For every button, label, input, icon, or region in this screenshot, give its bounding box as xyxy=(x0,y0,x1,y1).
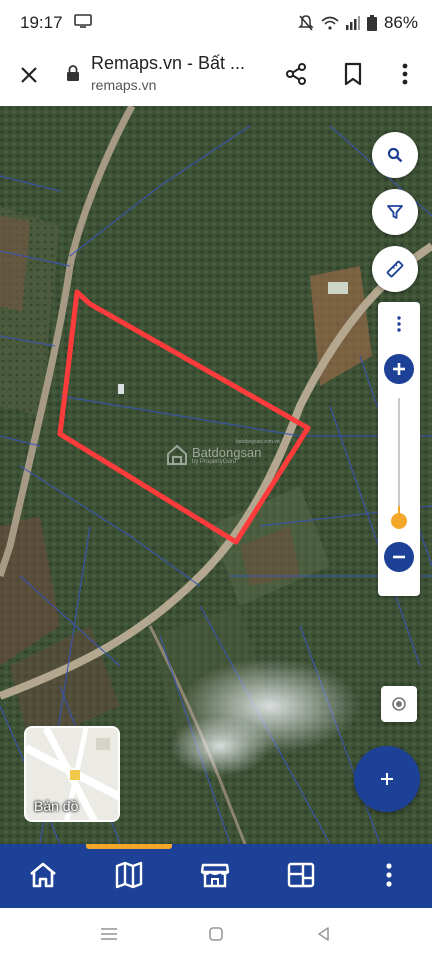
zoom-in-button[interactable] xyxy=(384,354,414,384)
recents-button[interactable] xyxy=(98,924,120,944)
measure-button[interactable] xyxy=(372,246,418,292)
filter-button[interactable] xyxy=(372,189,418,235)
wifi-icon xyxy=(321,16,339,30)
home-circle-icon xyxy=(209,927,223,941)
browser-toolbar: Remaps.vn - Bất ... remaps.vn xyxy=(0,48,432,106)
system-navigation-bar xyxy=(0,908,432,960)
page-title[interactable]: Remaps.vn - Bất ... xyxy=(91,53,245,74)
more-vert-icon xyxy=(397,316,401,332)
filter-icon xyxy=(387,205,403,219)
nav-store[interactable] xyxy=(198,858,232,892)
system-home-button[interactable] xyxy=(205,924,227,944)
zoom-options-button[interactable] xyxy=(390,312,408,336)
zoom-in-icon xyxy=(393,363,405,375)
close-icon xyxy=(21,67,37,83)
zoom-out-icon xyxy=(393,555,405,559)
share-icon xyxy=(286,63,306,85)
watermark-text: Batdongsan xyxy=(192,444,262,460)
bookmark-icon xyxy=(344,62,362,86)
zoom-control xyxy=(378,302,420,596)
add-listing-button[interactable] xyxy=(354,746,420,812)
screen-cast-icon xyxy=(74,14,92,28)
browser-menu-button[interactable] xyxy=(390,59,420,89)
store-icon xyxy=(200,863,230,888)
ruler-icon xyxy=(386,260,404,278)
my-location-button[interactable] xyxy=(381,686,417,722)
battery-percent: 86% xyxy=(383,13,418,32)
basemap-toggle[interactable]: Bản đồ xyxy=(24,726,120,822)
add-icon xyxy=(381,773,393,785)
status-icons: 86% xyxy=(298,13,418,33)
locate-icon xyxy=(392,697,406,711)
nav-map[interactable] xyxy=(112,858,146,892)
more-vert-icon xyxy=(386,863,392,887)
active-tab-indicator xyxy=(86,844,172,849)
satellite-map[interactable]: Batdongsan by PropertyGuru batdongsan.co… xyxy=(0,106,432,844)
status-time: 19:17 xyxy=(20,13,63,32)
close-button[interactable] xyxy=(14,60,44,90)
nav-more[interactable] xyxy=(372,858,406,892)
watermark-domain: batdongsan.com.vn xyxy=(236,439,280,445)
nav-home[interactable] xyxy=(26,858,60,892)
zoom-slider-handle[interactable] xyxy=(390,512,408,530)
back-icon xyxy=(318,927,329,941)
page-domain[interactable]: remaps.vn xyxy=(91,77,156,93)
battery-icon xyxy=(366,15,377,31)
system-back-button[interactable] xyxy=(312,924,334,944)
bottom-navigation xyxy=(0,844,432,908)
watermark: Batdongsan by PropertyGuru batdongsan.co… xyxy=(166,439,280,466)
nav-layers[interactable] xyxy=(284,858,318,892)
search-button[interactable] xyxy=(372,132,418,178)
more-vert-icon xyxy=(402,63,408,85)
zoom-out-button[interactable] xyxy=(384,542,414,572)
basemap-label: Bản đồ xyxy=(34,798,79,814)
mute-icon xyxy=(298,15,314,31)
recents-icon xyxy=(101,928,117,940)
status-bar: 19:17 86% xyxy=(0,0,432,48)
share-button[interactable] xyxy=(281,59,311,89)
layers-icon xyxy=(287,862,315,888)
signal-icon xyxy=(345,16,360,30)
search-icon xyxy=(387,147,403,163)
lock-icon xyxy=(67,65,79,81)
bookmark-button[interactable] xyxy=(338,59,368,89)
home-icon xyxy=(30,862,56,888)
map-icon xyxy=(115,861,143,889)
batdongsan-logo-icon xyxy=(167,444,187,465)
